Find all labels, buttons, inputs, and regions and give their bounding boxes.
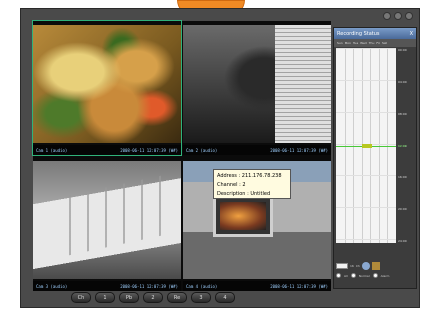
timeline-time-label: 08:00	[398, 112, 407, 116]
camera-label: Cam 3 (audio)	[36, 283, 68, 289]
camera-timestamp: 2008-06-11 12:07:39 (W#)	[120, 147, 178, 153]
tooltip-channel: Channel : 2	[217, 182, 246, 188]
radio-normal-label: Normal	[358, 273, 370, 278]
camera-tooltip: Address : 211.176.78.238 Channel : 2 Des…	[213, 169, 291, 199]
window-blinds-image	[274, 25, 331, 143]
radio-alarm-label: Alarm	[380, 273, 390, 278]
camera-info-bar: Cam 2 (audio) 2008-06-11 12:07:39 (W#)	[183, 145, 331, 155]
tooltip-address: Address : 211.176.78.238	[217, 173, 282, 179]
close-button[interactable]	[405, 12, 413, 20]
recording-controls: 16 Ch All Normal Alarm	[336, 262, 414, 284]
timeline-time-label: 24:00	[398, 239, 407, 243]
window-controls	[383, 12, 413, 20]
control-button-2[interactable]: 1	[95, 292, 115, 303]
control-button-4[interactable]: 2	[143, 292, 163, 303]
folder-icon[interactable]	[371, 262, 380, 270]
timeline-hour-line	[336, 239, 396, 240]
timeline-time-label: 00:00	[398, 48, 407, 52]
camera-timestamp: 2008-06-11 12:07:39 (W#)	[270, 283, 328, 289]
day-label: Wed	[360, 41, 367, 45]
day-label: Thu	[368, 41, 375, 45]
timeline-hour-line	[336, 207, 396, 208]
control-button-7[interactable]: 4	[215, 292, 235, 303]
recording-status-panel: Recording Status X Sun Mon Tue Wed Thu F…	[333, 27, 417, 289]
day-label: Fri	[376, 41, 380, 45]
playback-controls: Ch 1 Pb 2 Re 3 4	[71, 292, 235, 303]
camera-timestamp: 2008-06-11 12:07:39 (W#)	[120, 283, 178, 289]
camera-info-bar: Cam 4 (audio) 2008-06-11 12:07:39 (W#)	[183, 281, 331, 291]
radio-all-label: All	[344, 273, 348, 278]
day-label: Sun	[337, 41, 343, 45]
monitor-image	[213, 195, 273, 237]
monitor-screen-image	[220, 202, 266, 230]
channel-row: 16 Ch	[336, 262, 414, 270]
current-time-label: 12:07	[398, 144, 407, 148]
timeline-time-label: 04:00	[398, 80, 407, 84]
radio-all[interactable]	[336, 273, 341, 278]
video-grid: Cam 1 (audio) 2008-06-11 12:07:39 (W#) C…	[32, 20, 331, 291]
camera-label: Cam 1 (audio)	[36, 147, 68, 153]
day-label: Mon	[344, 41, 352, 45]
timeline-hour-line	[336, 80, 396, 81]
day-label: Tue	[353, 41, 359, 45]
camera-cell-2[interactable]: Cam 2 (audio) 2008-06-11 12:07:39 (W#)	[183, 21, 331, 155]
timeline-hour-line	[336, 48, 396, 49]
control-button-3[interactable]: Pb	[119, 292, 139, 303]
camera-label: Cam 4 (audio)	[186, 283, 218, 289]
maximize-button[interactable]	[394, 12, 402, 20]
recording-timeline[interactable]	[336, 48, 396, 243]
current-recording-block	[362, 144, 372, 148]
channel-box[interactable]	[336, 263, 348, 269]
camera-cell-1[interactable]: Cam 1 (audio) 2008-06-11 12:07:39 (W#)	[32, 20, 182, 156]
camera-info-bar: Cam 1 (audio) 2008-06-11 12:07:39 (W#)	[33, 145, 181, 155]
camera-label: Cam 2 (audio)	[186, 147, 218, 153]
camera-info-bar: Cam 3 (audio) 2008-06-11 12:07:39 (W#)	[33, 281, 181, 291]
timeline-hour-line	[336, 175, 396, 176]
camera-feed-food	[33, 25, 181, 143]
radio-normal[interactable]	[350, 273, 356, 278]
control-button-6[interactable]: 3	[191, 292, 211, 303]
day-label: Sat	[381, 41, 387, 45]
tooltip-description: Description : Untitled	[217, 191, 271, 197]
app-window: Cam 1 (audio) 2008-06-11 12:07:39 (W#) C…	[20, 8, 420, 308]
timeline-hour-line	[336, 112, 396, 113]
recording-status-title: Recording Status	[337, 30, 380, 37]
timeline-time-label: 20:00	[398, 207, 407, 211]
search-icon[interactable]	[361, 262, 370, 270]
control-button-5[interactable]: Re	[167, 292, 187, 303]
timeline-time-label: 16:00	[398, 175, 407, 179]
camera-cell-3[interactable]: Cam 3 (audio) 2008-06-11 12:07:39 (W#)	[33, 157, 181, 291]
recording-panel-close-icon[interactable]: X	[410, 31, 413, 37]
minimize-button[interactable]	[383, 12, 391, 20]
day-header: Sun Mon Tue Wed Thu Fri Sat	[334, 39, 416, 47]
channel-unit: Ch	[355, 264, 360, 268]
radio-alarm[interactable]	[372, 273, 378, 278]
control-button-1[interactable]: Ch	[71, 292, 91, 303]
filter-row: All Normal Alarm	[336, 273, 414, 278]
channel-count: 16	[350, 264, 354, 268]
camera-timestamp: 2008-06-11 12:07:39 (W#)	[270, 147, 328, 153]
recording-status-title-bar: Recording Status X	[334, 28, 416, 39]
